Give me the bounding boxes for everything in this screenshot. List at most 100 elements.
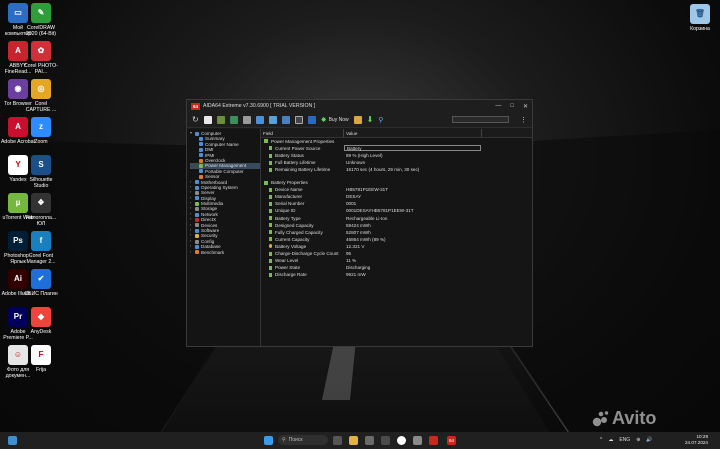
desktop-icon[interactable]: f Corel Font Manager 2... (23, 231, 59, 265)
clock[interactable]: 10:29 24.07.2024 (685, 434, 708, 446)
battery-icon (269, 251, 272, 256)
property-row[interactable]: Charge-Discharge Cycle Count 95 (261, 250, 532, 257)
group-icon (264, 139, 268, 144)
chart-icon[interactable] (307, 115, 316, 124)
desktop-icon[interactable]: ✔ СБИС Плагин (23, 269, 59, 297)
desktop-icon[interactable]: z Zoom (23, 117, 59, 145)
task-view-icon[interactable] (333, 436, 342, 445)
property-value: 11 % (346, 258, 357, 264)
column-field[interactable]: Field (261, 129, 344, 137)
property-field-label: Device Name (275, 187, 303, 193)
group-header: Power Management Properties (261, 138, 532, 145)
motherboard-icon[interactable] (216, 115, 225, 124)
desktop-icon-label: Corel Font Manager 2... (26, 253, 56, 265)
desktop-icon[interactable]: F Frija (23, 345, 59, 373)
recycle-bin[interactable]: 🗑 Корзина (682, 4, 718, 32)
yandex-browser-icon[interactable] (397, 436, 406, 445)
property-row[interactable]: Full Battery Lifetime Unknown (261, 159, 532, 166)
property-row[interactable]: Current Capacity 46864 mWh (89 %) (261, 236, 532, 243)
start-icon[interactable] (264, 436, 273, 445)
window-titlebar[interactable]: 64 AIDA64 Extreme v7.30.6900 [ TRIAL VER… (187, 100, 532, 112)
tray-icon[interactable]: ⊕ (636, 437, 640, 443)
app-icon[interactable] (429, 436, 438, 445)
taskbar-search[interactable]: ⚲ Поиск (278, 435, 328, 445)
maximize-button[interactable]: □ (510, 103, 514, 110)
corel-font-icon: f (31, 231, 51, 251)
minimize-button[interactable]: — (495, 103, 501, 110)
battery-icon (269, 208, 272, 213)
file-explorer-icon[interactable] (349, 436, 358, 445)
property-row[interactable]: Battery Status 89 % (High Level) (261, 152, 532, 159)
avito-watermark: Avito (612, 408, 657, 428)
tray-icon[interactable]: ^ (600, 437, 602, 443)
battery-icon (269, 167, 272, 172)
property-field: Power State (261, 265, 344, 270)
refresh-icon[interactable]: ↻ (192, 115, 199, 124)
memory-icon[interactable] (229, 115, 238, 124)
property-row[interactable]: Battery Voltage 12.321 V (261, 243, 532, 250)
corel-photopaint-icon: ✿ (31, 41, 51, 61)
property-value: 0001DESAYHB5781P1EEW-31T (346, 208, 414, 214)
battery-icon (269, 223, 272, 228)
desktop-icon[interactable]: ◎ Corel CAPTURE ... (23, 79, 59, 113)
aida64-window[interactable]: 64 AIDA64 Extreme v7.30.6900 [ TRIAL VER… (186, 99, 533, 347)
battery-icon (269, 187, 272, 192)
battery-icon (269, 230, 272, 235)
property-row[interactable]: Wear Level 11 % (261, 257, 532, 264)
search-icon[interactable]: ⚲ (378, 116, 383, 124)
desktop-icon[interactable]: ✿ Corel PHOTO-PAI... (23, 41, 59, 75)
zoom-icon: z (31, 117, 51, 137)
property-row[interactable]: Device Name HB5781P1EEW-31T (261, 186, 532, 193)
close-button[interactable]: ✕ (523, 103, 528, 110)
chat-icon[interactable] (365, 436, 374, 445)
cpu-icon[interactable] (294, 115, 303, 124)
desktop-icon-label: Silhouette Studio (29, 177, 53, 189)
monitor-icon[interactable] (268, 115, 277, 124)
tray-icon[interactable]: ENG (619, 437, 630, 443)
tree-item[interactable]: › Benchmark (190, 250, 260, 255)
property-value: Unknown (346, 160, 366, 166)
column-value[interactable]: Value (344, 129, 482, 137)
property-value: 9921 mW (346, 272, 366, 278)
desktop-icon[interactable]: ❖ Налогопла... ЮЛ (23, 193, 59, 227)
property-row[interactable]: Unique ID 0001DESAYHB5781P1EEW-31T (261, 207, 532, 214)
property-row[interactable]: Serial Number 0001 (261, 200, 532, 207)
desktop-icon[interactable]: ◆ AnyDesk (23, 307, 59, 335)
property-row[interactable]: Fully Charged Capacity 52807 mWh (261, 229, 532, 236)
property-row[interactable]: Designed Capacity 59424 mWh (261, 222, 532, 229)
widgets-icon[interactable] (8, 436, 17, 445)
tray-icon[interactable]: 🔊 (646, 437, 652, 443)
disk-icon[interactable] (242, 115, 251, 124)
property-row[interactable]: Remaining Battery Lifetime 16170 sec (4 h… (261, 166, 532, 173)
property-row[interactable]: Power State Discharging (261, 264, 532, 271)
search-input[interactable] (452, 116, 509, 123)
property-field-label: Battery Voltage (275, 243, 307, 249)
user-icon[interactable] (281, 115, 290, 124)
system-tray[interactable]: ^ ☁ ENG ⊕ 🔊 (600, 437, 653, 443)
property-row[interactable]: Battery Type Rechargeable Li-Ion (261, 215, 532, 222)
report-icon[interactable] (203, 115, 212, 124)
property-row[interactable]: Current Power Source Battery (261, 145, 532, 152)
battery-icon (269, 201, 272, 206)
property-row[interactable]: Manufacturer DESAY (261, 193, 532, 200)
tree-item-icon (195, 239, 199, 244)
desktop-icon-label: Corel CAPTURE ... (25, 101, 57, 113)
tree-item-icon (195, 131, 199, 136)
tree-item-icon (195, 185, 199, 190)
network-icon[interactable] (255, 115, 264, 124)
property-row[interactable]: Discharge Rate 9921 mW (261, 271, 532, 278)
meet-icon[interactable] (381, 436, 390, 445)
desktop-icon[interactable]: S Silhouette Studio (23, 155, 59, 189)
menu-button[interactable]: ⋮ (520, 116, 527, 124)
property-value: 12.321 V (346, 243, 365, 249)
navigation-tree[interactable]: ▾ Computer Summary Computer Name DMI IPMI Over… (187, 129, 261, 346)
tree-item-icon (195, 201, 199, 206)
download-icon[interactable]: ⬇ (367, 115, 374, 124)
buy-now-button[interactable]: ✸ Buy Now (321, 116, 349, 124)
tray-icon[interactable]: ☁ (608, 437, 613, 443)
tools-icon[interactable] (353, 115, 362, 124)
clock-date: 24.07.2024 (685, 440, 708, 445)
desktop-icon[interactable]: ✎ CorelDRAW 2020 (64-Bit) (23, 3, 59, 37)
aida64-taskbar-icon[interactable]: 64 (447, 436, 456, 445)
snipping-icon[interactable] (413, 436, 422, 445)
